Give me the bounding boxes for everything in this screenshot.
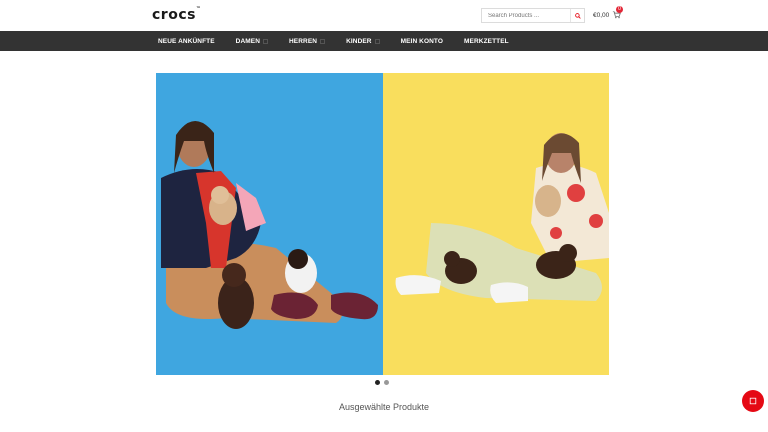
main-navigation: NEUE ANKÜNFTE DAMEN HERREN KINDER MEIN K… bbox=[0, 31, 768, 51]
search-input[interactable] bbox=[482, 9, 571, 22]
chat-icon bbox=[749, 397, 757, 405]
nav-item-label: MERKZETTEL bbox=[464, 37, 509, 45]
hero-person-left bbox=[161, 120, 378, 329]
chevron-down-icon bbox=[320, 38, 325, 44]
cart-count-badge: 0 bbox=[616, 6, 623, 13]
floating-action-button[interactable] bbox=[742, 390, 764, 412]
nav-item-neue-ankuenfte[interactable]: NEUE ANKÜNFTE bbox=[152, 38, 215, 45]
nav-item-damen[interactable]: DAMEN bbox=[230, 38, 268, 45]
search-button[interactable] bbox=[570, 9, 584, 22]
logo-text: crocs bbox=[152, 7, 196, 23]
slider-dot-2[interactable] bbox=[384, 380, 389, 385]
chevron-down-icon bbox=[263, 38, 268, 44]
featured-products-title: Ausgewählte Produkte bbox=[338, 402, 430, 412]
nav-item-herren[interactable]: HERREN bbox=[283, 38, 325, 45]
search-icon bbox=[574, 12, 581, 19]
nav-item-mein-konto[interactable]: MEIN KONTO bbox=[395, 38, 443, 45]
hero-illustration bbox=[161, 120, 609, 329]
search-box bbox=[481, 8, 585, 23]
trademark-mark: ™ bbox=[195, 6, 202, 12]
nav-item-merkzettel[interactable]: MERKZETTEL bbox=[458, 38, 509, 45]
hero-person-right bbox=[395, 133, 609, 303]
nav-item-label: KINDER bbox=[346, 37, 372, 45]
site-header: crocs™ €0,00 0 bbox=[0, 0, 768, 31]
nav-item-label: DAMEN bbox=[235, 37, 261, 45]
nav-item-label: NEUE ANKÜNFTE bbox=[158, 37, 215, 45]
chevron-down-icon bbox=[374, 38, 380, 44]
slider-pagination bbox=[375, 380, 389, 385]
nav-item-kinder[interactable]: KINDER bbox=[340, 38, 380, 45]
hero-slider[interactable] bbox=[156, 73, 609, 375]
nav-item-label: HERREN bbox=[289, 37, 318, 45]
slider-dot-1[interactable] bbox=[375, 380, 380, 385]
nav-menu: NEUE ANKÜNFTE DAMEN HERREN KINDER MEIN K… bbox=[152, 31, 524, 51]
crocs-logo[interactable]: crocs™ bbox=[152, 6, 202, 23]
nav-item-label: MEIN KONTO bbox=[400, 37, 444, 45]
cart-total: €0,00 bbox=[593, 12, 610, 19]
